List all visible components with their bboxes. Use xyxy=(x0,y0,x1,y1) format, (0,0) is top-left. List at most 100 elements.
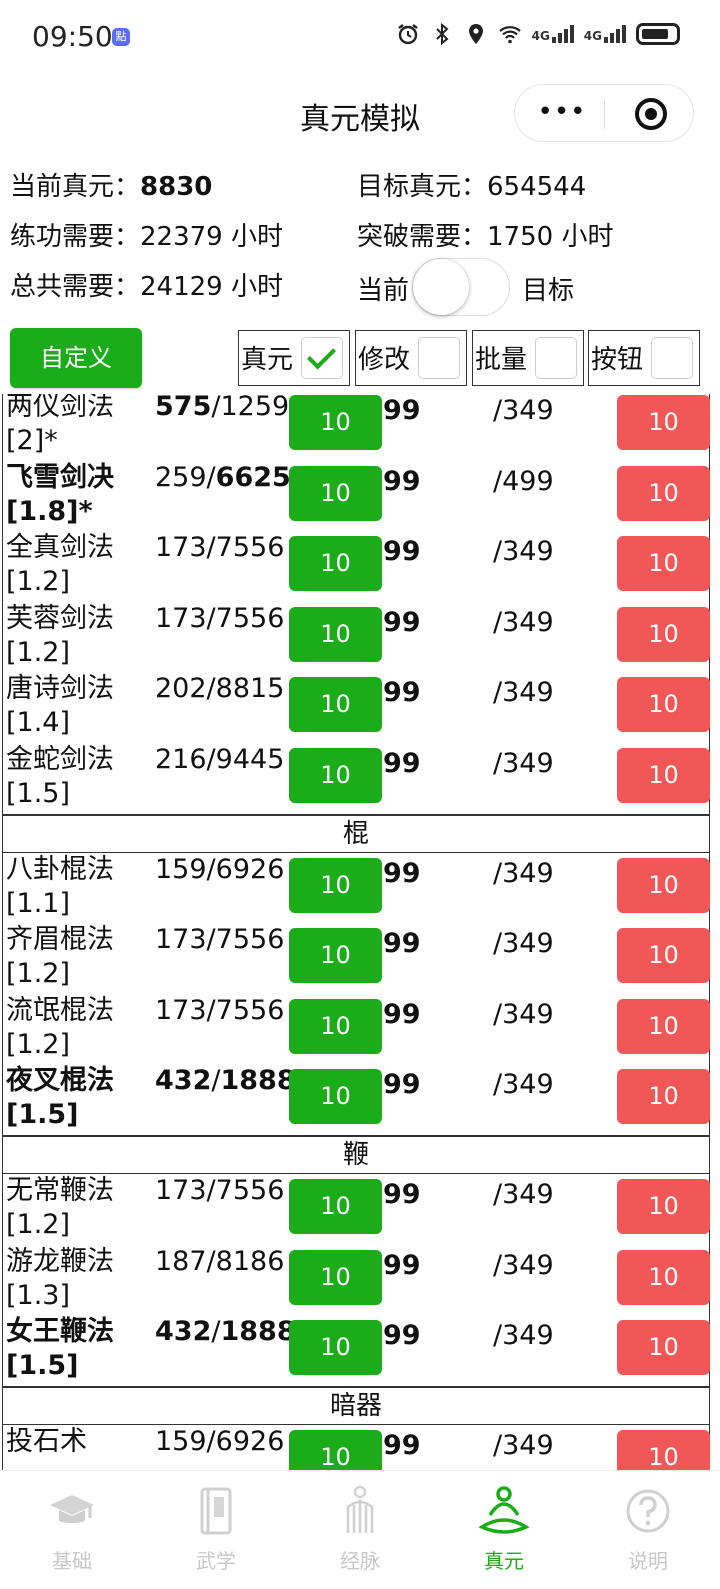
skill-progress: 173/7556 xyxy=(155,1174,284,1208)
skill-current: 159 xyxy=(155,1425,207,1457)
decrease-button[interactable]: 10 xyxy=(617,998,710,1054)
tab-meridians[interactable]: 经脉 xyxy=(288,1479,432,1574)
option-label: 真元 xyxy=(241,345,294,375)
increase-button[interactable]: 10 xyxy=(289,465,382,521)
skill-level-value: 99 xyxy=(383,1178,421,1210)
skill-progress: 575/12593 xyxy=(155,394,306,424)
decrease-button[interactable]: 10 xyxy=(617,1069,710,1125)
current-target-switch[interactable] xyxy=(412,258,510,316)
skill-name-cell: 八卦棍法 [1.1] xyxy=(6,853,156,921)
skill-current: 216 xyxy=(155,743,207,775)
skill-name-cell: 游龙鞭法 [1.3] xyxy=(6,1245,156,1313)
skill-total: 6926 xyxy=(215,853,285,885)
option-label: 修改 xyxy=(358,345,411,375)
decrease-button[interactable]: 10 xyxy=(617,1320,710,1376)
increase-button[interactable]: 10 xyxy=(289,395,382,450)
tab-help[interactable]: 说明 xyxy=(576,1479,720,1574)
decrease-button[interactable]: 10 xyxy=(617,606,710,662)
skill-level: [1.2] xyxy=(6,1028,71,1060)
tab-martial-arts[interactable]: 武学 xyxy=(144,1479,288,1574)
option-zhenyuan[interactable]: 真元 xyxy=(238,330,350,386)
checkbox-buttons[interactable] xyxy=(651,337,693,379)
bluetooth-icon xyxy=(435,22,449,46)
decrease-button[interactable]: 10 xyxy=(617,1178,710,1234)
capsule-divider xyxy=(604,99,605,129)
skill-total: 7556 xyxy=(215,924,285,956)
option-modify[interactable]: 修改 xyxy=(355,330,467,386)
decrease-button[interactable]: 10 xyxy=(617,677,710,733)
skill-list[interactable]: 两仪剑法 [2]* 575/12593 10 99/349 10 飞雪剑决 [1.8]* 259… xyxy=(0,394,720,1470)
more-icon[interactable]: ••• xyxy=(537,99,587,125)
skill-progress: 159/6926 xyxy=(155,853,284,887)
tab-label: 真元 xyxy=(484,1549,524,1573)
skill-row: 两仪剑法 [2]* 575/12593 10 99/349 10 xyxy=(3,394,710,461)
decrease-button[interactable]: 10 xyxy=(617,1249,710,1305)
skill-max-level: /349 xyxy=(493,1069,554,1101)
skill-sep: / xyxy=(206,1245,216,1277)
option-buttons[interactable]: 按钮 xyxy=(588,330,700,386)
tab-zhenyuan[interactable]: 真元 xyxy=(432,1479,576,1574)
increase-button[interactable]: 10 xyxy=(289,998,382,1054)
wifi-icon xyxy=(498,26,521,44)
increase-button[interactable]: 10 xyxy=(289,857,382,913)
meditation-icon xyxy=(478,1486,530,1534)
decrease-button[interactable]: 10 xyxy=(617,395,710,450)
tab-basics[interactable]: 基础 xyxy=(0,1479,144,1574)
tab-bar: 基础 武学 经脉 真元 说明 xyxy=(0,1470,720,1589)
checkbox-modify[interactable] xyxy=(418,337,460,379)
increase-button[interactable]: 10 xyxy=(289,1069,382,1125)
increase-button[interactable]: 10 xyxy=(289,536,382,592)
increase-button[interactable]: 10 xyxy=(289,1320,382,1376)
decrease-button[interactable]: 10 xyxy=(617,1429,710,1470)
skill-row: 流氓棍法 [1.2] 173/7556 10 99/349 10 xyxy=(3,994,710,1065)
custom-button[interactable]: 自定义 xyxy=(10,328,142,388)
skill-total: 7556 xyxy=(215,602,285,634)
decrease-button[interactable]: 10 xyxy=(617,465,710,521)
skill-total: 7556 xyxy=(215,532,285,564)
practice-value: 22379 小时 xyxy=(140,222,283,252)
battery-icon xyxy=(636,23,680,45)
current-value: 8830 xyxy=(140,172,213,202)
increase-button[interactable]: 10 xyxy=(289,1178,382,1234)
increase-button[interactable]: 10 xyxy=(289,1429,382,1470)
close-target-icon[interactable] xyxy=(635,98,667,130)
skill-name-cell: 无常鞭法 [1.2] xyxy=(6,1174,156,1242)
skill-name: 齐眉棍法 xyxy=(6,924,114,956)
decrease-button[interactable]: 10 xyxy=(617,928,710,984)
skill-name-cell: 两仪剑法 [2]* xyxy=(6,394,156,458)
increase-button[interactable]: 10 xyxy=(289,677,382,733)
skill-current: 432 xyxy=(155,1065,212,1097)
app-badge-icon: 點 xyxy=(112,28,130,46)
skill-current: 173 xyxy=(155,994,207,1026)
skill-row: 飞雪剑决 [1.8]* 259/66255 10 99/499 10 xyxy=(3,461,710,532)
increase-button[interactable]: 10 xyxy=(289,606,382,662)
practice-need: 练功需要：22379 小时 xyxy=(10,216,283,253)
option-batch[interactable]: 批量 xyxy=(472,330,584,386)
skill-total: 7556 xyxy=(215,994,285,1026)
skill-sep: / xyxy=(206,853,216,885)
skill-name: 女王鞭法 xyxy=(6,1316,114,1348)
increase-button[interactable]: 10 xyxy=(289,1249,382,1305)
skill-current: 432 xyxy=(155,1316,212,1348)
tab-label: 基础 xyxy=(52,1549,92,1573)
skill-current: 173 xyxy=(155,1174,207,1206)
checkbox-batch[interactable] xyxy=(535,337,577,379)
skill-name-cell: 全真剑法 [1.2] xyxy=(6,531,156,599)
option-label: 批量 xyxy=(475,345,528,375)
skill-total: 6926 xyxy=(215,1425,285,1457)
group-header: 鞭 xyxy=(3,1137,709,1174)
skill-max-level: /349 xyxy=(493,928,554,960)
skill-total: 7556 xyxy=(215,1174,285,1206)
decrease-button[interactable]: 10 xyxy=(617,857,710,913)
skill-progress: 173/7556 xyxy=(155,602,284,636)
breakthrough-value: 1750 小时 xyxy=(487,222,614,252)
increase-button[interactable]: 10 xyxy=(289,747,382,803)
checkbox-zhenyuan[interactable] xyxy=(301,337,343,379)
increase-button[interactable]: 10 xyxy=(289,928,382,984)
decrease-button[interactable]: 10 xyxy=(617,536,710,592)
skill-current: 173 xyxy=(155,532,207,564)
skill-level: [2]* xyxy=(6,425,58,456)
group-header: 棍 xyxy=(3,816,709,853)
decrease-button[interactable]: 10 xyxy=(617,747,710,803)
skill-max-level: /349 xyxy=(493,1249,554,1281)
